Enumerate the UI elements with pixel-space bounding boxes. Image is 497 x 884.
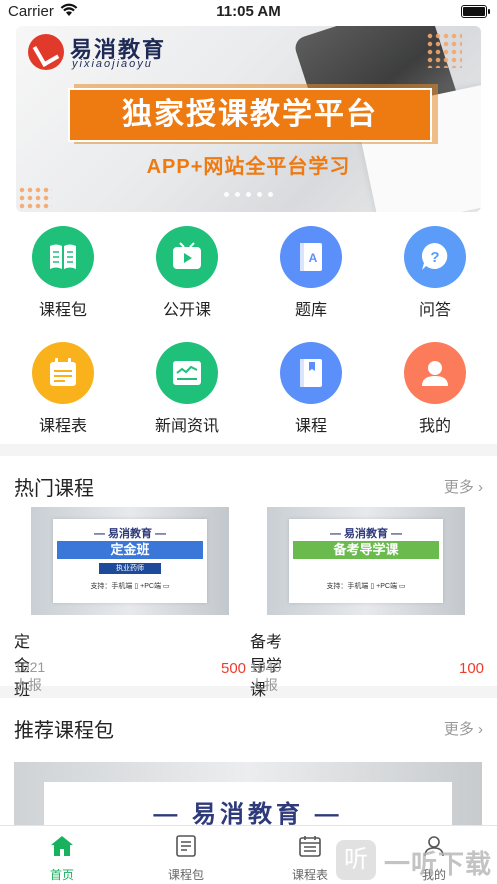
- course-price: 500: [221, 660, 247, 677]
- calendar-icon: [50, 358, 76, 386]
- grid-item-course-package[interactable]: 课程包: [1, 226, 125, 320]
- page-dot[interactable]: [224, 192, 229, 197]
- thumbnail-title: 备考导学课: [293, 541, 439, 559]
- qa-circle: ?: [404, 226, 466, 288]
- tab-course-package[interactable]: 课程包: [124, 826, 248, 884]
- banner-logo-subtitle: yixiaojiaoyu: [72, 58, 153, 70]
- grid-label: 我的: [418, 418, 451, 435]
- watermark-text: 一听下载: [384, 849, 493, 879]
- tv-icon: [173, 242, 201, 269]
- page-dot[interactable]: [257, 192, 262, 197]
- svg-text:A: A: [309, 251, 318, 265]
- svg-text:?: ?: [430, 249, 439, 266]
- grid-label: 课程表: [38, 418, 87, 435]
- calendar-icon: [299, 836, 321, 857]
- logo-icon: [28, 34, 64, 70]
- course-circle: [280, 342, 342, 404]
- schedule-circle: [32, 342, 94, 404]
- mine-circle: [404, 342, 466, 404]
- section-title: 热门课程: [14, 478, 94, 500]
- page-dot[interactable]: [268, 192, 273, 197]
- course-package-circle: [32, 226, 94, 288]
- more-link[interactable]: 更多 ›: [444, 718, 483, 739]
- tab-label: 课程包: [167, 868, 204, 882]
- thumbnail-title: 定金班: [57, 541, 203, 559]
- section-title: 推荐课程包: [14, 720, 114, 742]
- status-bar: Carrier 11:05 AM: [0, 0, 497, 24]
- battery-icon: [461, 5, 490, 18]
- grid-item-qa[interactable]: ? 问答: [373, 226, 497, 320]
- course-thumbnail: — 易消教育 — 备考导学课 支持：手机端 ▯ +PC端 ▭: [267, 507, 465, 615]
- page-dot[interactable]: [246, 192, 251, 197]
- book-icon: [50, 244, 76, 269]
- watermark-logo: 听: [336, 840, 376, 880]
- watermark: 听 一听下载: [336, 838, 496, 882]
- course-thumbnail: — 易消教育 — 定金班 执业药师 支持：手机端 ▯ +PC端 ▭: [31, 507, 229, 615]
- course-book-icon: [300, 359, 322, 387]
- open-class-circle: [156, 226, 218, 288]
- grid-item-question-bank[interactable]: A 题库: [249, 226, 373, 320]
- question-bank-icon: A: [300, 243, 322, 271]
- thumbnail-panel: — 易消教育 — 定金班 执业药师 支持：手机端 ▯ +PC端 ▭: [53, 519, 207, 603]
- more-link[interactable]: 更多 ›: [444, 476, 483, 497]
- promo-banner[interactable]: 易消教育 yixiaojiaoyu 独家授课教学平台 APP+网站全平台学习: [16, 26, 481, 212]
- grid-label: 问答: [418, 302, 451, 319]
- tab-home[interactable]: 首页: [0, 826, 124, 884]
- grid-item-schedule[interactable]: 课程表: [1, 342, 125, 436]
- grid-label: 公开课: [162, 302, 211, 319]
- tab-label: 首页: [49, 868, 74, 882]
- clock: 11:05 AM: [216, 3, 281, 20]
- banner-page-indicator: [16, 184, 481, 202]
- banner-subline: APP+网站全平台学习: [146, 156, 351, 178]
- banner-headline: 独家授课教学平台: [68, 88, 432, 142]
- grid-item-news[interactable]: 新闻资讯: [125, 342, 249, 436]
- thumbnail-panel: — 易消教育 — 备考导学课 支持：手机端 ▯ +PC端 ▭: [289, 519, 443, 603]
- thumbnail-support: 支持：手机端 ▯ +PC端 ▭: [90, 583, 170, 590]
- news-icon: [173, 361, 201, 385]
- question-bank-circle: A: [280, 226, 342, 288]
- thumbnail-brand: — 易消教育 —: [93, 528, 167, 540]
- home-icon: [51, 836, 73, 856]
- grid-item-open-class[interactable]: 公开课: [125, 226, 249, 320]
- grid-item-mine[interactable]: 我的: [373, 342, 497, 436]
- grid-label: 题库: [294, 302, 327, 319]
- grid-item-course[interactable]: 课程: [249, 342, 373, 436]
- thumbnail-support: 支持：手机端 ▯ +PC端 ▭: [326, 583, 406, 590]
- document-icon: [176, 835, 196, 857]
- profile-icon: [422, 361, 448, 386]
- recommend-package-thumbnail[interactable]: — 易消教育 —: [14, 762, 482, 832]
- grid-label: 课程: [294, 418, 327, 435]
- grid-label: 课程包: [38, 302, 87, 319]
- news-circle: [156, 342, 218, 404]
- grid-label: 新闻资讯: [154, 418, 219, 435]
- qa-icon: ?: [421, 242, 448, 270]
- dot-pattern-decoration: [426, 32, 462, 68]
- thumbnail-brand: — 易消教育 —: [153, 801, 343, 828]
- course-price: 100: [459, 660, 485, 677]
- thumbnail-brand: — 易消教育 —: [329, 528, 403, 540]
- page-dot[interactable]: [235, 192, 240, 197]
- thumbnail-tag: 执业药师: [99, 563, 161, 574]
